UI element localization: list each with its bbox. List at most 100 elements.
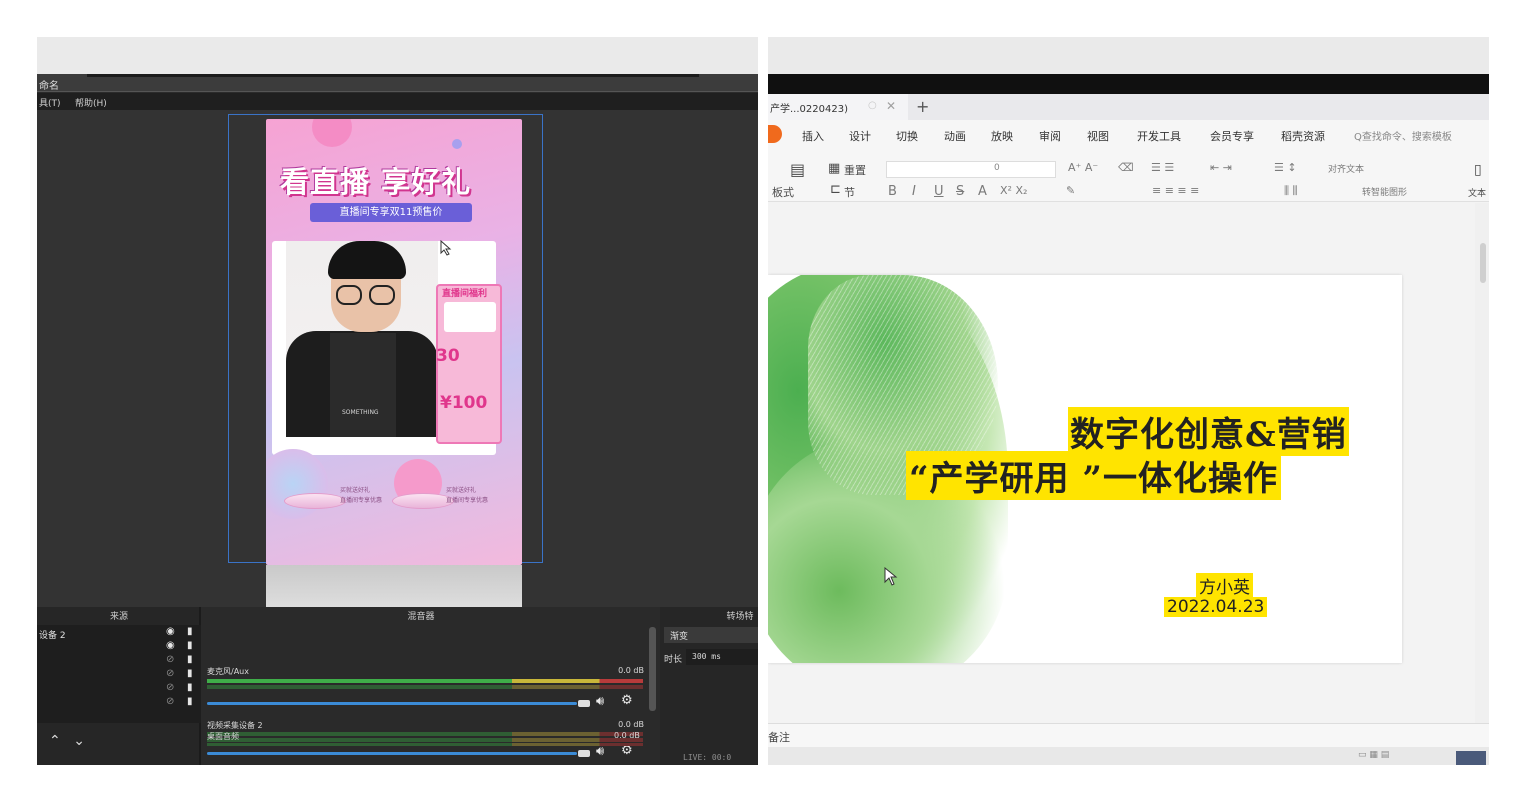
welfare-value-1: 30 — [436, 346, 460, 366]
highlight-icon[interactable]: ✎ — [1066, 184, 1075, 197]
volume-meter — [207, 679, 643, 683]
volume-icon[interactable]: 🔊︎ — [596, 744, 604, 759]
clear-format-icon[interactable]: ⌫ — [1118, 161, 1134, 174]
ribbon-tabs: 插入 设计 切换 动画 放映 审阅 视图 开发工具 会员专享 稻壳资源 Q查找命… — [768, 120, 1489, 148]
welfare-panel: 直播间福利 30 ¥100 — [436, 284, 502, 444]
section-label[interactable]: 节 — [844, 184, 855, 200]
font-color-icon[interactable]: A — [978, 184, 987, 199]
gear-icon[interactable]: ⚙ — [621, 693, 633, 708]
underline-icon[interactable]: U — [934, 184, 944, 199]
presenter-hair — [328, 241, 406, 279]
lock-icon[interactable]: ▮ — [187, 696, 193, 707]
columns-icon[interactable]: ⫼ ⫼ — [1284, 184, 1298, 198]
view-normal-icon[interactable]: ▭ ▦ ▤ — [1358, 750, 1389, 760]
search-commands[interactable]: Q查找命令、搜索模板 — [1354, 128, 1452, 143]
tab-developer[interactable]: 开发工具 — [1137, 128, 1181, 144]
volume-slider-knob[interactable] — [578, 700, 590, 707]
document-tab[interactable]: 产学...0220423) ○ ✕ — [768, 94, 908, 120]
eye-off-icon[interactable]: ⊘ — [166, 696, 174, 707]
tab-member[interactable]: 会员专享 — [1210, 128, 1254, 144]
poster-headline: 看直播 享好礼 — [280, 165, 472, 199]
poster-subheadline: 直播间专享双11预售价 — [310, 203, 472, 222]
arrow-down-icon[interactable]: ⌄ — [73, 733, 85, 749]
tab-review[interactable]: 审阅 — [1039, 128, 1061, 144]
notes-pane[interactable]: 备注 — [768, 723, 1489, 747]
pedestal-label-left: 买就送好礼 — [340, 487, 371, 494]
tab-transition[interactable]: 切换 — [896, 128, 918, 144]
slide-editing-canvas[interactable]: 数字化创意&营销 “产学研用 ”一体化操作 方小英 2022.04.23 — [768, 203, 1475, 723]
volume-meter — [207, 738, 643, 742]
new-tab-icon[interactable]: + — [916, 97, 929, 116]
poster-image[interactable]: 看直播 享好礼 直播间专享双11预售价 SOMETHING 直播间福利 30 ¥… — [266, 119, 522, 565]
menu-help[interactable]: 帮助(H) — [75, 96, 107, 109]
layout-label[interactable]: 板式 — [772, 184, 794, 200]
arrow-up-icon[interactable]: ⌃ — [49, 733, 61, 749]
shirt-print: SOMETHING — [342, 409, 379, 416]
preview-area[interactable]: 看直播 享好礼 直播间专享双11预售价 SOMETHING 直播间福利 30 ¥… — [37, 110, 758, 645]
grow-font-icon[interactable]: A⁺ A⁻ — [1068, 161, 1098, 174]
slide-title-line-2[interactable]: “产学研用 ”一体化操作 — [906, 451, 1281, 500]
lock-icon[interactable]: ▮ — [187, 654, 193, 665]
reset-label[interactable]: 重置 — [844, 162, 866, 178]
volume-meter — [207, 685, 643, 689]
text-label[interactable]: 文本 — [1468, 186, 1486, 199]
volume-slider[interactable] — [207, 752, 577, 755]
scrollbar-thumb[interactable] — [1480, 243, 1486, 283]
tab-view[interactable]: 视图 — [1087, 128, 1109, 144]
eye-off-icon[interactable]: ⊘ — [166, 668, 174, 679]
textbox-icon[interactable]: ▯ — [1474, 162, 1482, 178]
duration-input[interactable]: 300 ms — [686, 649, 758, 665]
volume-icon[interactable]: 🔊︎ — [596, 694, 604, 709]
volume-slider-knob[interactable] — [578, 750, 590, 757]
bold-icon[interactable]: B — [888, 184, 897, 199]
vertical-scrollbar[interactable] — [1475, 203, 1489, 723]
font-size-input[interactable]: 0 — [990, 161, 1060, 178]
mixer-scrollbar[interactable] — [649, 627, 656, 711]
tab-docer[interactable]: 稻壳资源 — [1281, 128, 1325, 144]
close-tab-icon[interactable]: ✕ — [886, 99, 896, 113]
status-bar: ▭ ▦ ▤ — [768, 747, 1489, 765]
bottom-docks: 来源 设备 2 ◉ ▮ ◉ ▮ ⊘ ▮ ⊘ ▮ ⊘ ▮ ⊘ ▮ ⌃ ⌄ 混音器 … — [37, 607, 758, 765]
eye-off-icon[interactable]: ⊘ — [166, 654, 174, 665]
reset-icon[interactable]: ▦ — [828, 161, 840, 176]
zoom-button[interactable] — [1456, 751, 1486, 765]
welfare-value-2: ¥100 — [440, 393, 488, 413]
lock-icon[interactable]: ▮ — [187, 626, 193, 637]
indent-icon[interactable]: ⇤ ⇥ — [1210, 161, 1232, 174]
tab-insert[interactable]: 插入 — [802, 128, 824, 144]
eye-icon[interactable]: ◉ — [166, 640, 175, 651]
slide-author[interactable]: 方小英 — [1196, 573, 1253, 598]
line-spacing-icon[interactable]: ☰ ↕ — [1274, 161, 1297, 174]
track-name: 桌面音频 — [207, 732, 239, 741]
slide-1[interactable]: 数字化创意&营销 “产学研用 ”一体化操作 方小英 2022.04.23 — [768, 275, 1402, 663]
superscript-icon[interactable]: X² X₂ — [1000, 184, 1027, 197]
align-left-icon[interactable]: ≡ ≡ ≡ ≡ — [1152, 184, 1199, 197]
sources-list[interactable]: 设备 2 ◉ ▮ ◉ ▮ ⊘ ▮ ⊘ ▮ ⊘ ▮ ⊘ ▮ — [37, 625, 201, 723]
align-text-label[interactable]: 对齐文本 — [1328, 162, 1364, 175]
source-item[interactable]: 设备 2 — [39, 628, 66, 641]
slide-date[interactable]: 2022.04.23 — [1164, 597, 1268, 617]
section-icon[interactable]: ⊏ — [830, 182, 841, 197]
tab-animation[interactable]: 动画 — [944, 128, 966, 144]
lock-icon[interactable]: ▮ — [187, 682, 193, 693]
tab-slideshow[interactable]: 放映 — [991, 128, 1013, 144]
presenter-photo: SOMETHING — [286, 241, 438, 437]
menu-tools[interactable]: 具(T) — [39, 96, 61, 109]
italic-icon[interactable]: I — [912, 184, 916, 199]
slide-title-line-1[interactable]: 数字化创意&营销 — [1068, 407, 1349, 456]
sources-dock: 来源 设备 2 ◉ ▮ ◉ ▮ ⊘ ▮ ⊘ ▮ ⊘ ▮ ⊘ ▮ ⌃ ⌄ — [37, 607, 201, 765]
bullet-list-icon[interactable]: ☰ ☰ — [1151, 161, 1174, 174]
transition-select[interactable]: 渐变 — [664, 627, 758, 643]
strikethrough-icon[interactable]: S — [956, 184, 964, 199]
lock-icon[interactable]: ▮ — [187, 668, 193, 679]
smartart-label[interactable]: 转智能图形 — [1362, 185, 1407, 198]
new-slide-icon[interactable]: ▤ — [790, 160, 805, 179]
volume-slider[interactable] — [207, 702, 577, 705]
notes-label: 备注 — [768, 731, 790, 744]
home-tab-icon[interactable] — [768, 125, 782, 143]
document-tab-title: 产学...0220423) — [770, 104, 848, 115]
eye-icon[interactable]: ◉ — [166, 626, 175, 637]
tab-design[interactable]: 设计 — [849, 128, 871, 144]
eye-off-icon[interactable]: ⊘ — [166, 682, 174, 693]
lock-icon[interactable]: ▮ — [187, 640, 193, 651]
